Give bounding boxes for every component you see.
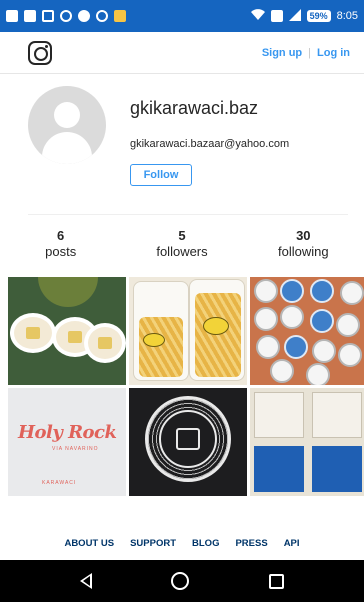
profile-bio-email: gkikarawaci.bazaar@yahoo.com	[130, 138, 290, 150]
notification-icon	[60, 10, 72, 22]
system-nav-bar	[0, 560, 364, 602]
stat-following[interactable]: 30 following	[243, 228, 364, 268]
profile-header: gkikarawaci.baz gkikarawaci.bazaar@yahoo…	[28, 84, 348, 194]
post-thumbnail[interactable]: Holy Rock VIA NAVARINO KARAWACI	[8, 388, 126, 496]
profile-stats: 6 posts 5 followers 30 following	[0, 228, 364, 268]
back-icon[interactable]	[79, 573, 92, 589]
notification-icon	[6, 10, 18, 22]
footer-link-press[interactable]: PRESS	[235, 538, 267, 549]
notification-icon	[96, 10, 108, 22]
separator: |	[308, 46, 311, 59]
recents-icon[interactable]	[269, 573, 285, 589]
sign-up-link[interactable]: Sign up	[262, 47, 302, 59]
stat-count: 5	[178, 228, 186, 243]
log-in-link[interactable]: Log in	[317, 47, 350, 59]
footer-link-blog[interactable]: BLOG	[192, 538, 219, 549]
post-text: Holy Rock	[18, 422, 117, 443]
footer-link-api[interactable]: API	[284, 538, 300, 549]
follow-button[interactable]: Follow	[130, 164, 192, 186]
instagram-logo-icon[interactable]	[28, 40, 52, 65]
username: gkikarawaci.baz	[130, 98, 259, 118]
post-footer-text: KARAWACI	[42, 480, 77, 486]
stat-label: posts	[45, 244, 77, 259]
post-grid: Holy Rock VIA NAVARINO KARAWACI	[8, 277, 364, 497]
stat-posts[interactable]: 6 posts	[0, 228, 121, 268]
top-bar: Sign up | Log in	[0, 32, 364, 74]
auth-links: Sign up | Log in	[262, 47, 350, 59]
clock: 8:05	[336, 10, 358, 22]
stat-count: 6	[57, 228, 65, 243]
battery-icon: 59%	[306, 10, 331, 22]
post-thumbnail[interactable]	[8, 277, 126, 385]
notification-icons	[6, 10, 126, 22]
post-subtext: VIA NAVARINO	[52, 446, 99, 452]
signal-icon	[288, 8, 301, 24]
footer-link-about[interactable]: ABOUT US	[64, 538, 114, 549]
post-thumbnail[interactable]	[250, 388, 364, 496]
stat-label: followers	[156, 244, 208, 259]
stat-count: 30	[296, 228, 311, 243]
wifi-icon	[250, 8, 265, 24]
stat-label: following	[278, 244, 329, 259]
post-thumbnail[interactable]	[129, 388, 247, 496]
footer-links: ABOUT US SUPPORT BLOG PRESS API	[0, 538, 364, 549]
post-thumbnail[interactable]	[129, 277, 247, 385]
avatar	[28, 86, 106, 164]
notification-icon	[24, 10, 36, 22]
sim-icon	[270, 10, 283, 22]
home-icon[interactable]	[171, 572, 190, 590]
mail-icon	[42, 10, 54, 22]
status-bar: 59% 8:05	[0, 0, 364, 32]
notification-icon	[114, 10, 126, 22]
notification-icon	[78, 10, 90, 22]
stat-followers[interactable]: 5 followers	[121, 228, 242, 268]
post-thumbnail[interactable]	[250, 277, 364, 385]
footer-link-support[interactable]: SUPPORT	[130, 538, 176, 549]
divider	[28, 214, 348, 215]
